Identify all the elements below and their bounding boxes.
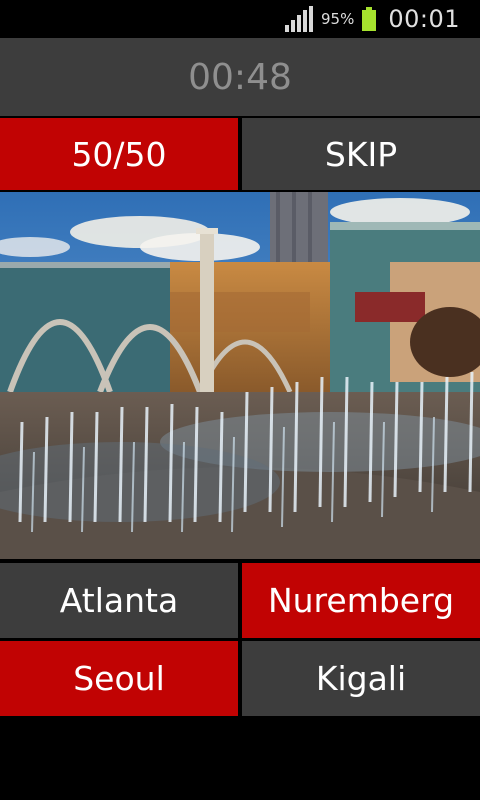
skip-button[interactable]: SKIP: [242, 118, 480, 190]
signal-icon: [284, 6, 313, 32]
answer-button-kigali[interactable]: Kigali: [242, 641, 480, 716]
battery-percent: 95%: [320, 10, 355, 28]
fifty-fifty-button[interactable]: 50/50: [0, 118, 238, 190]
city-fountain-image: [0, 192, 480, 559]
battery-icon: [362, 7, 377, 31]
answer-button-seoul[interactable]: Seoul: [0, 641, 238, 716]
question-photo: [0, 192, 480, 559]
status-indicators: 95% 00:01: [284, 0, 460, 38]
status-bar: 95% 00:01: [0, 0, 480, 38]
countdown-timer: 00:48: [0, 38, 480, 116]
answer-button-atlanta[interactable]: Atlanta: [0, 563, 238, 638]
status-time: 00:01: [388, 5, 460, 33]
answer-button-nuremberg[interactable]: Nuremberg: [242, 563, 480, 638]
